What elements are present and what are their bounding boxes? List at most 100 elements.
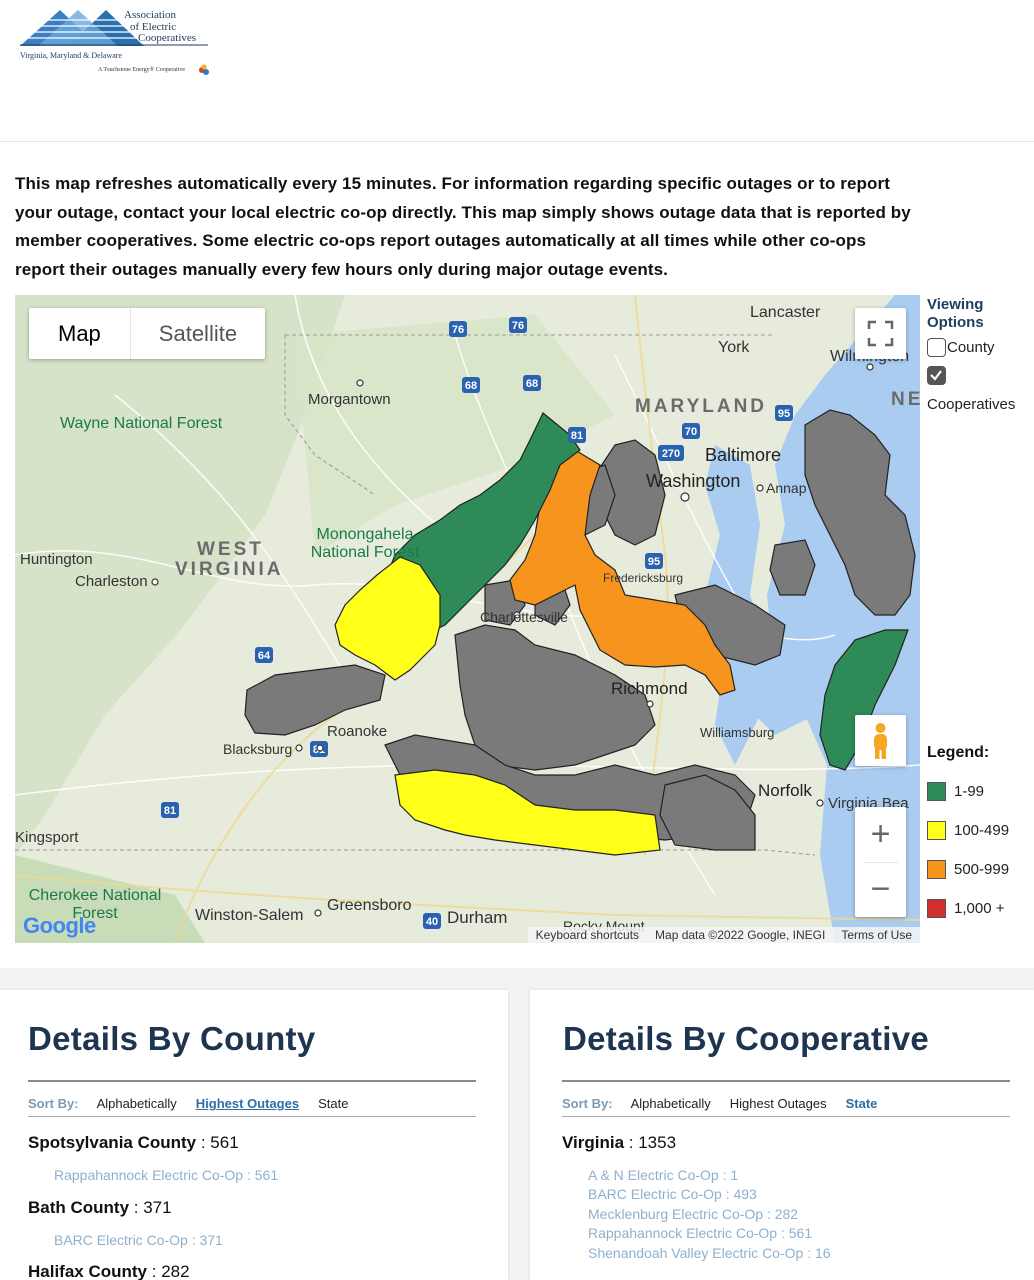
county-total: : 371	[129, 1198, 172, 1217]
map-attribution: Keyboard shortcuts Map data ©2022 Google…	[527, 927, 920, 943]
zoom-divider	[863, 862, 898, 863]
map-label-west: WEST	[197, 539, 264, 560]
map-type-map-button[interactable]: Map	[29, 308, 131, 359]
map-label-ne: NE	[891, 389, 920, 410]
coop-sort-label: Sort By:	[562, 1096, 613, 1111]
outage-map[interactable]: 76 76 68 68 81 70 95 270 64 81 81 40 95	[15, 295, 920, 943]
legend-label: 100-499	[954, 821, 1010, 839]
map-label-kingsport: Kingsport	[15, 829, 79, 846]
pegman-icon	[874, 723, 887, 759]
coop-sort-bar: Sort By: Alphabetically Highest Outages …	[562, 1096, 896, 1111]
coop-item[interactable]: Mecklenburg Electric Co-Op : 282	[588, 1206, 798, 1222]
org-name-line-1: Association	[124, 9, 176, 21]
cooperatives-checkbox[interactable]	[927, 366, 946, 385]
coop-item[interactable]: Shenandoah Valley Electric Co-Op : 16	[588, 1245, 831, 1261]
legend-item-1000-plus: 1,000 +	[927, 898, 1004, 918]
map-label-blacksburg: Blacksburg	[223, 741, 293, 757]
viewing-options: Viewing Options County Cooperatives	[927, 296, 1031, 413]
map-label-lancaster: Lancaster	[750, 304, 821, 321]
state-name: Virginia	[562, 1133, 625, 1152]
map-label-annapolis: Annap	[766, 480, 807, 496]
cooperatives-option-label: Cooperatives	[927, 396, 1016, 413]
county-sort-alphabetically[interactable]: Alphabetically	[97, 1096, 177, 1111]
legend-item-1-99: 1-99	[927, 781, 984, 801]
viewing-options-title: Viewing Options	[927, 296, 984, 331]
svg-text:95: 95	[778, 408, 790, 420]
map-label-fredericksburg: Fredericksburg	[603, 571, 684, 585]
legend-title: Legend:	[927, 744, 990, 761]
county-group-head[interactable]: Bath County : 371	[28, 1198, 172, 1218]
map-label-monongahela-forest: Monongahela National Forest	[310, 526, 420, 561]
svg-text:68: 68	[465, 380, 477, 392]
google-logo[interactable]: Google	[23, 913, 96, 939]
county-option[interactable]: County	[927, 338, 1031, 357]
svg-text:76: 76	[512, 320, 524, 332]
legend-swatch-orange	[927, 859, 946, 879]
svg-text:81: 81	[571, 430, 583, 442]
org-region: Virginia, Maryland & Delaware	[20, 51, 123, 60]
aec-logo[interactable]: Association of Electric Cooperatives Vir…	[18, 8, 218, 80]
intro-text: This map refreshes automatically every 1…	[15, 174, 911, 279]
cooperative-details-panel: Details By Cooperative Sort By: Alphabet…	[530, 990, 1034, 1280]
google-logo-text: Google	[23, 913, 96, 938]
county-group-head[interactable]: Halifax County : 282	[28, 1262, 190, 1280]
map-label-huntington: Huntington	[20, 551, 93, 568]
svg-text:70: 70	[685, 426, 697, 438]
interstate-64-shield: 64	[255, 647, 273, 663]
map-label-winston-salem: Winston-Salem	[195, 907, 304, 924]
map-label-charleston: Charleston	[75, 573, 148, 590]
map-label-wayne-forest: Wayne National Forest	[60, 415, 223, 432]
county-group-head[interactable]: Spotsylvania County : 561	[28, 1133, 239, 1153]
county-option-label: County	[947, 339, 995, 356]
map-label-maryland: MARYLAND	[635, 396, 768, 417]
county-coop-item[interactable]: BARC Electric Co-Op : 371	[54, 1232, 223, 1248]
coop-title-rule	[562, 1080, 1010, 1082]
legend-label: 1,000 +	[954, 899, 1005, 917]
county-sort-bar: Sort By: Alphabetically Highest Outages …	[28, 1096, 367, 1111]
svg-text:68: 68	[526, 378, 538, 390]
coop-item[interactable]: Rappahannock Electric Co-Op : 561	[588, 1225, 812, 1241]
zoom-in-button[interactable]: +	[855, 807, 906, 862]
coop-sort-state[interactable]: State	[846, 1096, 878, 1111]
county-name: Spotsylvania County	[28, 1133, 197, 1152]
legend-swatch-green	[927, 781, 946, 801]
coop-sort-highest-outages[interactable]: Highest Outages	[730, 1096, 827, 1111]
svg-text:270: 270	[662, 448, 680, 460]
svg-text:64: 64	[258, 650, 271, 662]
county-sort-state[interactable]: State	[318, 1096, 348, 1111]
map-label-durham: Durham	[447, 908, 508, 927]
county-sort-highest-outages[interactable]: Highest Outages	[196, 1096, 299, 1111]
street-view-pegman-button[interactable]	[855, 715, 906, 766]
keyboard-shortcuts-link[interactable]: Keyboard shortcuts	[528, 928, 647, 942]
county-total: : 561	[196, 1133, 239, 1152]
map-label-baltimore: Baltimore	[705, 445, 782, 465]
coop-item[interactable]: BARC Electric Co-Op : 493	[588, 1186, 757, 1202]
zoom-out-button[interactable]: −	[855, 862, 906, 917]
interstate-95-shield-2: 95	[645, 553, 663, 569]
county-sort-rule	[28, 1116, 476, 1117]
county-details-panel: Details By County Sort By: Alphabeticall…	[0, 990, 508, 1280]
map-type-satellite-button[interactable]: Satellite	[131, 308, 265, 359]
terms-of-use-link[interactable]: Terms of Use	[833, 928, 920, 942]
county-name: Bath County	[28, 1198, 130, 1217]
legend-swatch-yellow	[927, 820, 946, 840]
state-group-head[interactable]: Virginia : 1353	[562, 1133, 676, 1153]
checkmark-icon	[930, 370, 942, 381]
cooperatives-option[interactable]: Cooperatives	[927, 366, 1031, 413]
interstate-68-shield-2: 68	[523, 375, 541, 391]
county-sort-label: Sort By:	[28, 1096, 79, 1111]
interstate-270-shield: 270	[658, 445, 684, 461]
fullscreen-button[interactable]	[855, 308, 906, 359]
interstate-76-shield-2: 76	[509, 317, 527, 333]
county-checkbox[interactable]	[927, 338, 946, 357]
coop-item[interactable]: A & N Electric Co-Op : 1	[588, 1167, 738, 1183]
county-coop-item[interactable]: Rappahannock Electric Co-Op : 561	[54, 1167, 278, 1183]
coop-sort-alphabetically[interactable]: Alphabetically	[631, 1096, 711, 1111]
map-label-virginia: VIRGINIA	[175, 559, 284, 580]
map-basemap: 76 76 68 68 81 70 95 270 64 81 81 40 95	[15, 295, 920, 943]
legend-item-500-999: 500-999	[927, 859, 1009, 879]
county-panel-title: Details By County	[28, 1020, 316, 1057]
legend-label: 500-999	[954, 860, 1010, 878]
legend-swatch-red	[927, 898, 946, 918]
interstate-81-shield-3: 81	[161, 802, 179, 818]
